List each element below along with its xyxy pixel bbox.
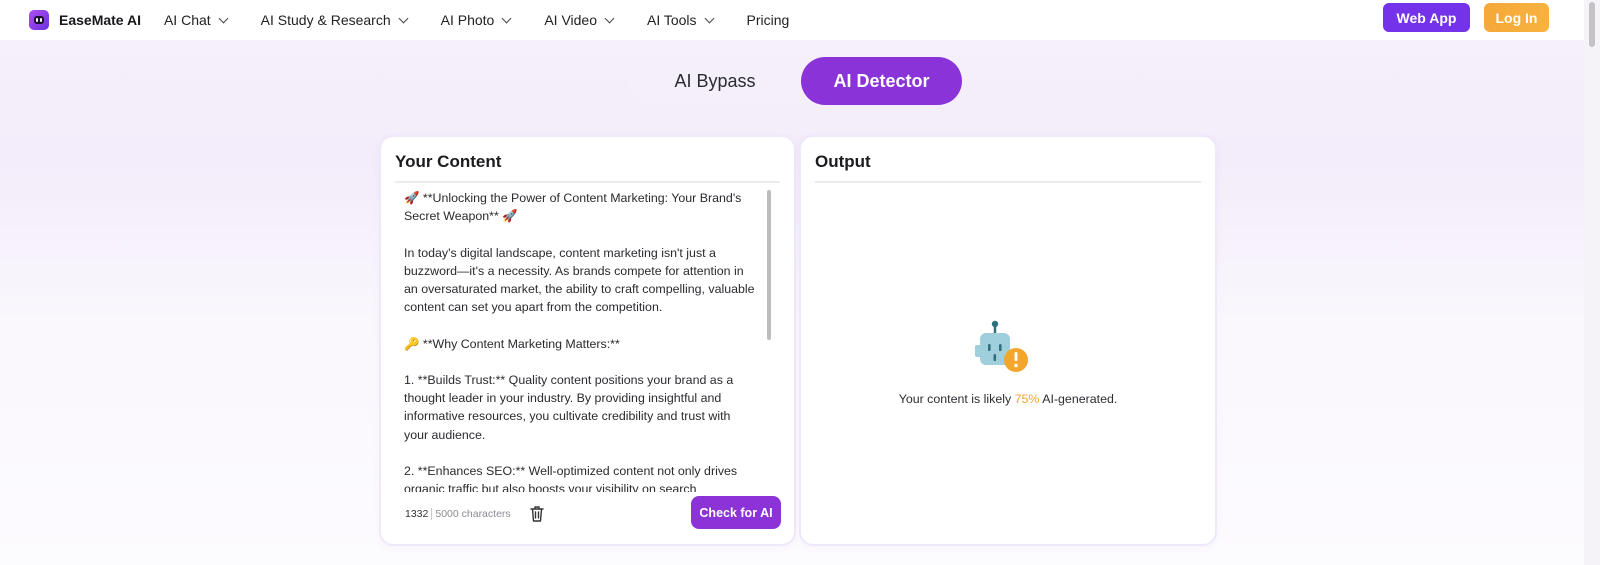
web-app-button[interactable]: Web App [1383, 3, 1470, 32]
tab-ai-bypass[interactable]: AI Bypass [629, 57, 801, 105]
result-suffix: AI-generated. [1039, 392, 1118, 406]
menu-label: AI Photo [440, 12, 495, 28]
char-limit: 5000 characters [435, 508, 511, 520]
check-for-ai-button[interactable]: Check for AI [691, 496, 781, 529]
tab-ai-detector[interactable]: AI Detector [801, 57, 962, 105]
mode-toggle: AI Bypass AI Detector [629, 57, 962, 105]
content-textarea[interactable]: 🚀 **Unlocking the Power of Content Marke… [395, 189, 757, 492]
result-percent: 75% [1014, 392, 1040, 406]
divider [815, 181, 1201, 183]
chevron-down-icon [704, 13, 714, 23]
chevron-down-icon [218, 13, 229, 23]
char-count: 1332 [405, 508, 429, 520]
menu-ai-photo[interactable]: AI Photo [440, 12, 512, 28]
detection-result: Your content is likely 75% AI-generated. [801, 392, 1215, 406]
brand-logo[interactable]: EaseMate AI [29, 10, 141, 30]
chevron-down-icon [604, 13, 615, 23]
robot-warning-icon [975, 320, 1035, 381]
logo-icon [29, 10, 49, 30]
divider [431, 508, 433, 520]
menu-label: AI Chat [163, 12, 211, 28]
nav-actions: Web App Log In [1383, 3, 1549, 32]
menu-pricing[interactable]: Pricing [747, 12, 790, 28]
menu-ai-tools[interactable]: AI Tools [647, 12, 714, 28]
login-button[interactable]: Log In [1484, 3, 1549, 32]
divider [395, 181, 780, 183]
panel-title: Output [815, 152, 871, 171]
menu-label: AI Tools [647, 12, 697, 28]
output-panel: Output Your content is likely 75% AI-gen… [801, 137, 1215, 544]
chevron-down-icon [501, 13, 512, 23]
input-panel: Your Content 🚀 **Unlocking the Power of … [381, 137, 794, 544]
menu-ai-video[interactable]: AI Video [544, 12, 615, 28]
menu-ai-chat[interactable]: AI Chat [163, 12, 229, 28]
main-menu: AI Chat AI Study & Research AI Photo AI … [164, 12, 823, 28]
page-scrollbar-thumb[interactable] [1589, 2, 1595, 47]
character-counter: 1332 5000 characters [405, 505, 545, 523]
result-prefix: Your content is likely [898, 392, 1015, 406]
textarea-scrollbar-thumb[interactable] [767, 190, 771, 340]
trash-icon[interactable] [529, 505, 545, 523]
menu-label: AI Video [544, 12, 597, 28]
page-scrollbar[interactable] [1584, 0, 1600, 565]
top-nav: EaseMate AI AI Chat AI Study & Research … [0, 0, 1584, 40]
brand-name: EaseMate AI [59, 12, 141, 28]
menu-ai-study-research[interactable]: AI Study & Research [260, 12, 409, 28]
menu-label: Pricing [746, 12, 790, 28]
chevron-down-icon [398, 13, 409, 23]
panel-title: Your Content [395, 152, 502, 171]
menu-label: AI Study & Research [260, 12, 391, 28]
